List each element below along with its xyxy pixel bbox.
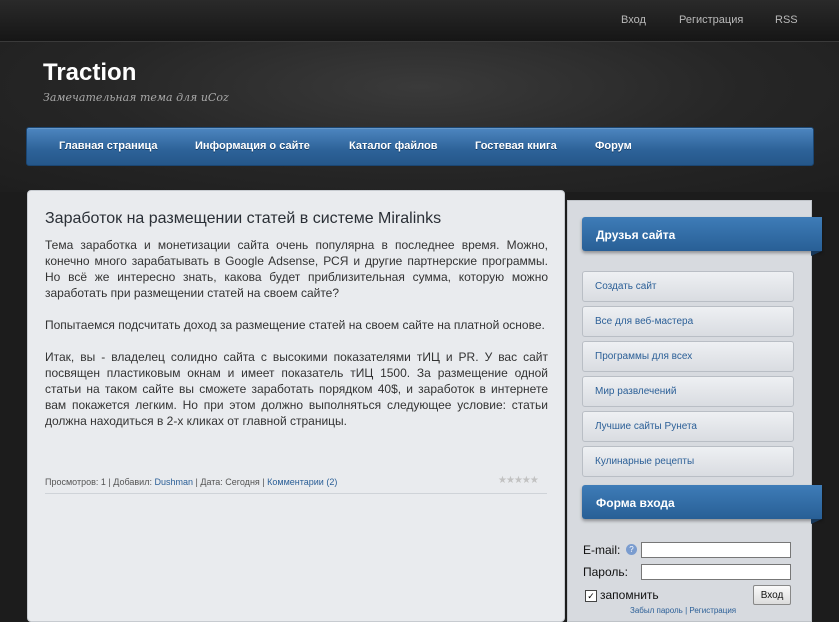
post-views: Просмотров: 1 [45, 477, 106, 487]
rss-link[interactable]: RSS [775, 14, 798, 26]
remember-checkbox[interactable]: ✓ [585, 590, 597, 602]
nav-item-files[interactable]: Каталог файлов [349, 140, 438, 152]
email-field[interactable] [641, 542, 791, 558]
friend-link[interactable]: Мир развлечений [582, 376, 794, 407]
nav-item-guestbook[interactable]: Гостевая книга [475, 140, 557, 152]
nav-item-about[interactable]: Информация о сайте [195, 140, 310, 152]
friend-link[interactable]: Лучшие сайты Рунета [582, 411, 794, 442]
site-title[interactable]: Traction [43, 59, 136, 87]
friend-link-label: Все для веб-мастера [595, 316, 694, 327]
post-added-by-label: Добавил: [113, 477, 152, 487]
post-meta: Просмотров: 1 | Добавил: Dushman | Дата:… [45, 477, 338, 487]
post-date: Дата: Сегодня [200, 477, 260, 487]
login-block-header: Форма входа [582, 485, 822, 524]
friend-link[interactable]: Кулинарные рецепты [582, 446, 794, 477]
friend-link-label: Мир развлечений [595, 386, 677, 397]
post-comments-link[interactable]: Комментарии (2) [267, 477, 337, 487]
password-label: Пароль: [583, 565, 628, 579]
post-paragraph: Тема заработка и монетизации сайта очень… [45, 238, 548, 300]
help-icon[interactable]: ? [626, 544, 637, 555]
post-divider [45, 493, 547, 494]
register-link[interactable]: Регистрация [679, 14, 743, 26]
login-block-title: Форма входа [596, 496, 675, 510]
nav-item-home[interactable]: Главная страница [59, 140, 158, 152]
post-paragraph: Итак, вы - владелец солидно сайта с высо… [45, 350, 548, 428]
star-icon[interactable]: ★ [522, 475, 531, 486]
friend-link-label: Программы для всех [595, 351, 693, 362]
friend-link[interactable]: Создать сайт [582, 271, 794, 302]
friend-link[interactable]: Все для веб-мастера [582, 306, 794, 337]
site-subtitle: Замечательная тема для uCoz [43, 91, 229, 104]
friend-link[interactable]: Программы для всех [582, 341, 794, 372]
friend-link-label: Создать сайт [595, 281, 657, 292]
post-body: Тема заработка и монетизации сайта очень… [45, 237, 548, 445]
star-icon[interactable]: ★ [530, 475, 539, 486]
star-icon[interactable]: ★ [498, 475, 507, 486]
rating-stars[interactable]: ★★★★★ [498, 475, 539, 486]
post-paragraph: Попытаемся подсчитать доход за размещени… [45, 318, 545, 332]
friend-link-label: Лучшие сайты Рунета [595, 421, 697, 432]
main-nav: Главная страница Информация о сайте Ката… [26, 127, 814, 166]
post-author-link[interactable]: Dushman [154, 477, 193, 487]
star-icon[interactable]: ★ [514, 475, 523, 486]
friends-block-title: Друзья сайта [596, 228, 676, 242]
email-label: E-mail: [583, 543, 621, 557]
post-container: Заработок на размещении статей в системе… [27, 190, 565, 622]
password-field[interactable] [641, 564, 791, 580]
nav-item-forum[interactable]: Форум [595, 140, 632, 152]
login-link[interactable]: Вход [621, 14, 646, 26]
post-title[interactable]: Заработок на размещении статей в системе… [45, 210, 555, 228]
friends-block-header: Друзья сайта [582, 217, 822, 256]
friend-link-label: Кулинарные рецепты [595, 456, 695, 467]
star-icon[interactable]: ★ [506, 475, 515, 486]
login-button[interactable]: Вход [753, 585, 791, 605]
top-bar: Вход Регистрация RSS [0, 0, 839, 42]
remember-label: запомнить [600, 588, 659, 602]
